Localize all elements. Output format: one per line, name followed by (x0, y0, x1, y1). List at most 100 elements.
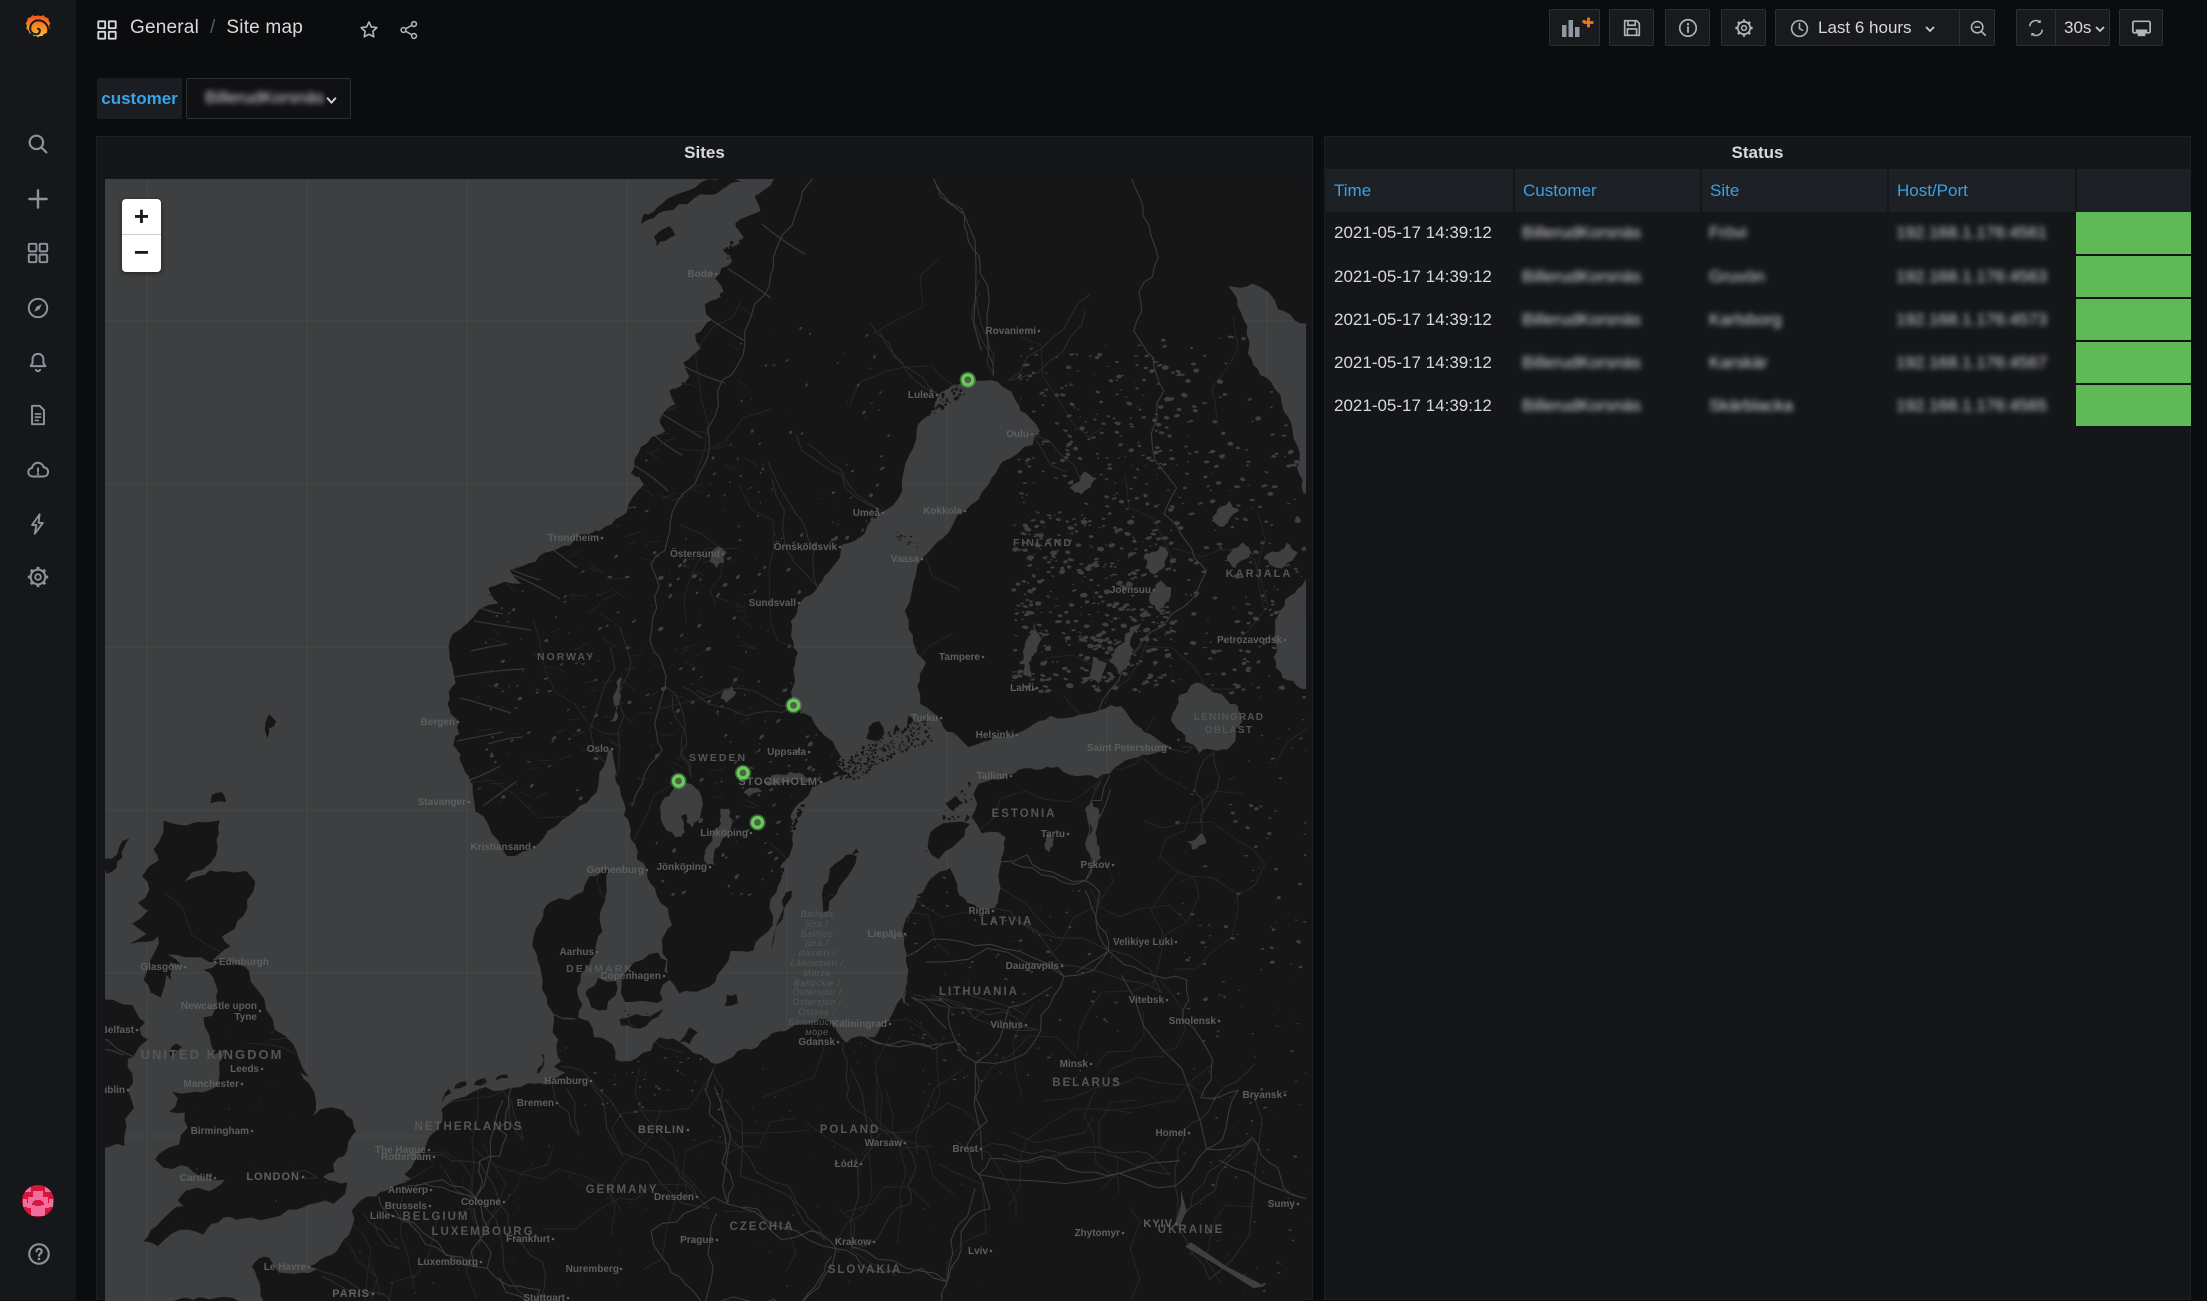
svg-text:Hamburg: Hamburg (544, 1076, 588, 1087)
svg-text:Antwerp: Antwerp (388, 1185, 428, 1196)
svg-text:Petrozavodsk: Petrozavodsk (1217, 635, 1282, 646)
svg-text:Nuremberg: Nuremberg (566, 1264, 619, 1275)
svg-text:Ostsee /: Ostsee / (798, 1007, 837, 1017)
svg-text:Uppsala: Uppsala (767, 747, 806, 758)
svg-text:Krakow: Krakow (835, 1237, 871, 1248)
svg-text:OBLAST: OBLAST (1205, 725, 1253, 736)
svg-text:Helsinki: Helsinki (976, 730, 1015, 741)
svg-text:jūra /: jūra / (804, 919, 829, 929)
svg-text:Prague: Prague (680, 1235, 714, 1246)
svg-text:ESTONIA: ESTONIA (992, 808, 1057, 820)
svg-text:Bremen: Bremen (517, 1098, 554, 1109)
svg-text:NETHERLANDS: NETHERLANDS (415, 1121, 524, 1133)
svg-text:FINLAND: FINLAND (1013, 537, 1073, 549)
svg-text:Vaasa: Vaasa (891, 554, 920, 565)
svg-text:Homel: Homel (1155, 1128, 1186, 1139)
svg-text:STOCKHOLM: STOCKHOLM (738, 776, 818, 788)
svg-text:Le Havre: Le Havre (264, 1262, 307, 1273)
svg-text:BELGIUM: BELGIUM (402, 1211, 469, 1223)
svg-text:Oslo: Oslo (587, 744, 609, 755)
svg-text:SWEDEN: SWEDEN (689, 752, 747, 764)
svg-text:SLOVAKIA: SLOVAKIA (828, 1264, 903, 1276)
svg-text:Tyne: Tyne (234, 1012, 257, 1023)
svg-text:Gdansk: Gdansk (798, 1037, 835, 1048)
svg-text:Saint Petersburg: Saint Petersburg (1087, 743, 1167, 754)
svg-text:Leeds: Leeds (230, 1064, 259, 1075)
svg-text:Manchester: Manchester (183, 1079, 239, 1090)
svg-text:POLAND: POLAND (820, 1124, 881, 1136)
svg-text:Östersjön /: Östersjön / (792, 987, 842, 997)
svg-text:Cologne: Cologne (461, 1197, 501, 1208)
svg-text:Itämeri /: Itämeri / (798, 948, 836, 958)
svg-text:Dresden: Dresden (654, 1192, 694, 1203)
svg-text:Stavanger: Stavanger (418, 797, 466, 808)
svg-text:Luxembourg: Luxembourg (417, 1257, 478, 1268)
svg-text:Tampere: Tampere (939, 652, 980, 663)
svg-text:PARIS: PARIS (332, 1288, 370, 1300)
svg-text:Rovaniemi: Rovaniemi (985, 326, 1036, 337)
svg-text:Gothenburg: Gothenburg (587, 865, 644, 876)
svg-text:Velikiye Luki: Velikiye Luki (1113, 937, 1173, 948)
svg-text:Ostersjön /: Ostersjön / (792, 997, 842, 1007)
svg-text:Brussels: Brussels (385, 1201, 428, 1212)
svg-text:Lahti: Lahti (1010, 683, 1034, 694)
svg-text:Liepāja: Liepāja (868, 929, 903, 940)
svg-text:Glasgow: Glasgow (140, 962, 182, 973)
svg-text:Tartu: Tartu (1041, 829, 1065, 840)
svg-text:Lviv: Lviv (968, 1246, 988, 1257)
svg-text:UNITED KINGDOM: UNITED KINGDOM (141, 1047, 284, 1062)
svg-text:Sumy: Sumy (1268, 1199, 1296, 1210)
svg-text:LITHUANIA: LITHUANIA (939, 986, 1019, 998)
svg-text:Minsk: Minsk (1060, 1059, 1089, 1070)
svg-text:BERLIN: BERLIN (638, 1124, 685, 1136)
svg-text:Luleå: Luleå (908, 389, 935, 401)
svg-text:Kokkola: Kokkola (923, 506, 962, 517)
svg-text:Morze: Morze (803, 968, 831, 978)
svg-text:Belfast: Belfast (105, 1025, 135, 1036)
svg-text:GERMANY: GERMANY (586, 1184, 659, 1196)
svg-text:Sundsvall: Sundsvall (749, 598, 796, 609)
svg-text:Pskov: Pskov (1081, 860, 1111, 871)
svg-text:Edinburgh: Edinburgh (219, 957, 269, 968)
svg-text:Cardiff: Cardiff (180, 1173, 213, 1184)
svg-text:Örnsköldsvik: Örnsköldsvik (774, 540, 838, 553)
svg-text:Östersund: Östersund (670, 547, 720, 560)
svg-text:Warsaw: Warsaw (865, 1138, 903, 1149)
svg-text:Jönköping: Jönköping (656, 862, 707, 873)
svg-text:Brest: Brest (952, 1144, 978, 1155)
svg-text:Läänemeri /: Läänemeri / (790, 958, 844, 968)
svg-text:KYIV: KYIV (1143, 1218, 1173, 1230)
svg-text:Vilnius: Vilnius (990, 1020, 1023, 1031)
svg-text:Newcastle upon: Newcastle upon (181, 1001, 257, 1012)
svg-text:Dublin: Dublin (105, 1085, 125, 1096)
svg-text:Tallinn: Tallinn (977, 771, 1008, 782)
svg-text:Trondheim: Trondheim (548, 533, 599, 544)
svg-text:Oulu: Oulu (1006, 429, 1029, 440)
svg-text:Linköping: Linköping (700, 828, 748, 839)
svg-text:Copenhagen: Copenhagen (600, 971, 661, 982)
svg-text:LONDON: LONDON (246, 1171, 300, 1183)
svg-text:Bryansk: Bryansk (1243, 1090, 1283, 1101)
svg-text:Turku: Turku (911, 713, 938, 724)
svg-text:LENINGRAD: LENINGRAD (1194, 712, 1264, 723)
svg-text:NORWAY: NORWAY (537, 651, 595, 663)
svg-text:Kristiansand: Kristiansand (470, 842, 531, 853)
svg-text:Birmingham: Birmingham (191, 1126, 249, 1137)
svg-text:Bergen: Bergen (421, 717, 455, 728)
svg-text:Балтийское: Балтийское (788, 1017, 845, 1027)
svg-text:CZECHIA: CZECHIA (729, 1221, 794, 1233)
svg-text:LATVIA: LATVIA (981, 916, 1034, 928)
svg-text:Lille: Lille (370, 1211, 390, 1222)
svg-text:Zhytomyr: Zhytomyr (1074, 1228, 1120, 1239)
svg-text:Aarhus: Aarhus (560, 947, 595, 958)
svg-text:Vitebsk: Vitebsk (1129, 995, 1165, 1006)
svg-text:BELARUS: BELARUS (1052, 1077, 1122, 1089)
svg-text:Rotterdam: Rotterdam (381, 1152, 431, 1163)
svg-text:jūra /: jūra / (804, 938, 829, 948)
svg-text:Łódź: Łódź (835, 1159, 858, 1170)
svg-text:море: море (805, 1027, 828, 1037)
svg-text:Joensuu: Joensuu (1110, 585, 1151, 596)
svg-text:Umeå: Umeå (853, 507, 881, 519)
svg-text:Bodø: Bodø (687, 269, 713, 280)
svg-text:Frankfurt: Frankfurt (506, 1234, 551, 1245)
